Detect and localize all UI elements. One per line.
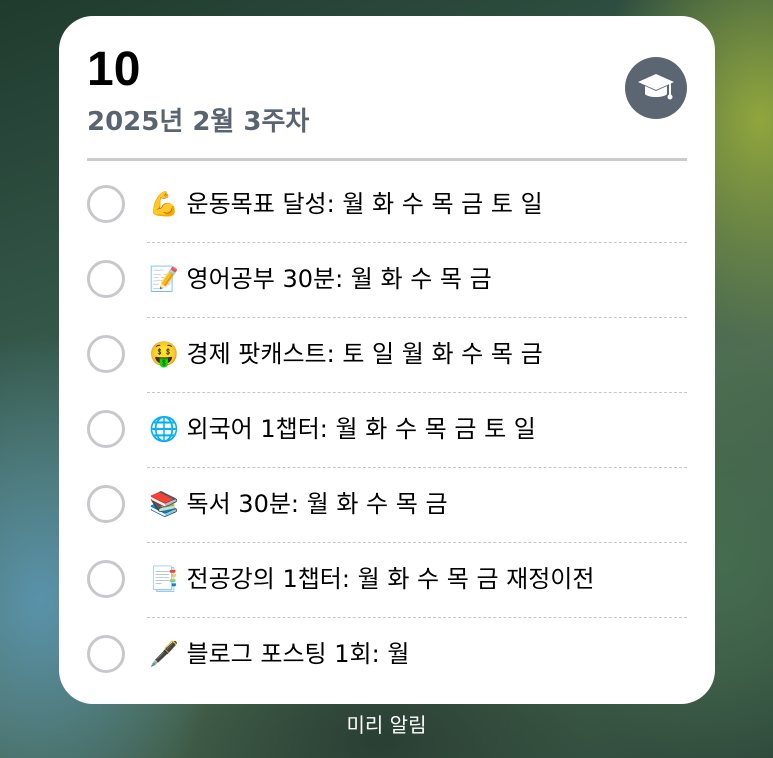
reminder-item: 📑 전공강의 1챕터: 월 화 수 목 금 재정이전 [59,544,715,619]
reminder-count: 10 [87,43,141,96]
reminder-item: 🌐 외국어 1챕터: 월 화 수 목 금 토 일 [59,394,715,469]
item-separator [147,542,687,543]
reminder-item: 💪 운동목표 달성: 월 화 수 목 금 토 일 [59,169,715,244]
header-divider [87,158,687,161]
list-title: 2025년 2월 3주차 [87,107,310,137]
reminder-checkbox[interactable] [87,335,125,373]
reminder-label[interactable]: 🖋️ 블로그 포스팅 1회: 월 [149,637,409,671]
reminder-checkbox[interactable] [87,410,125,448]
item-separator [147,317,687,318]
reminder-label[interactable]: 📑 전공강의 1챕터: 월 화 수 목 금 재정이전 [149,562,594,596]
reminder-item: 📝 영어공부 30분: 월 화 수 목 금 [59,244,715,319]
reminder-checkbox[interactable] [87,560,125,598]
reminder-item: 🖋️ 블로그 포스팅 1회: 월 [59,619,715,694]
reminders-widget[interactable]: 10 2025년 2월 3주차 💪 운동목표 달성: 월 화 수 목 금 토 일… [59,16,715,704]
reminder-label[interactable]: 🤑 경제 팟캐스트: 토 일 월 화 수 목 금 [149,337,543,371]
item-separator [147,467,687,468]
reminder-checkbox[interactable] [87,635,125,673]
reminder-checkbox[interactable] [87,485,125,523]
item-separator [147,242,687,243]
graduation-cap-icon [625,57,687,119]
item-separator [147,392,687,393]
reminder-label[interactable]: 🌐 외국어 1챕터: 월 화 수 목 금 토 일 [149,412,536,446]
reminder-checkbox[interactable] [87,260,125,298]
widget-app-label: 미리 알림 [346,713,427,737]
reminder-label[interactable]: 📝 영어공부 30분: 월 화 수 목 금 [149,262,492,296]
reminder-item: 🤑 경제 팟캐스트: 토 일 월 화 수 목 금 [59,319,715,394]
reminder-label[interactable]: 📚 독서 30분: 월 화 수 목 금 [149,487,448,521]
reminder-list: 💪 운동목표 달성: 월 화 수 목 금 토 일 📝 영어공부 30분: 월 화… [59,169,715,694]
reminder-item: 📚 독서 30분: 월 화 수 목 금 [59,469,715,544]
item-separator [147,617,687,618]
reminder-checkbox[interactable] [87,185,125,223]
reminder-label[interactable]: 💪 운동목표 달성: 월 화 수 목 금 토 일 [149,187,543,221]
